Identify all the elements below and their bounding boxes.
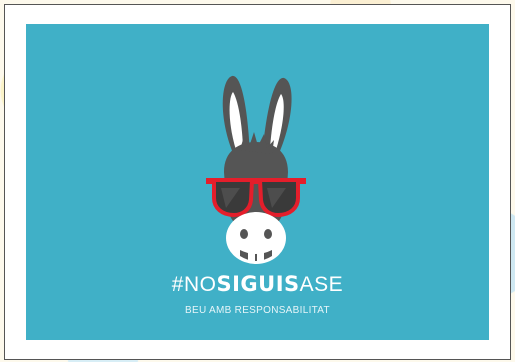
hashtag-suffix: ASE: [299, 273, 344, 296]
hashtag-bold: SIGUIS: [216, 272, 300, 296]
campaign-poster: #NOSIGUISASE BEU AMB RESPONSABILITAT: [26, 24, 489, 340]
image-frame: #NOSIGUISASE BEU AMB RESPONSABILITAT: [4, 4, 511, 360]
donkey-illustration: [206, 75, 306, 264]
hashtag-prefix: #NO: [171, 273, 217, 296]
campaign-hashtag: #NOSIGUISASE: [26, 272, 489, 297]
tagline: BEU AMB RESPONSABILITAT: [185, 305, 330, 316]
